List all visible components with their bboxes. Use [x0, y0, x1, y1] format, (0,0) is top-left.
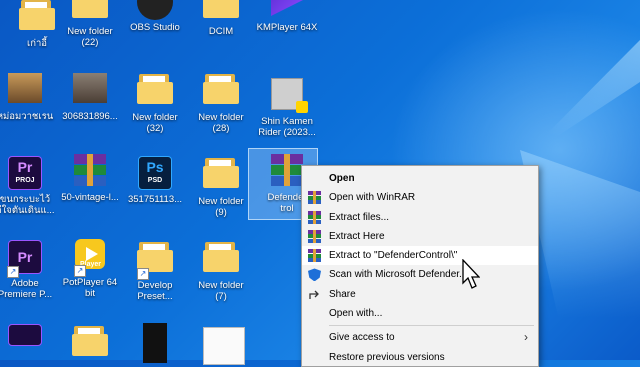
menu-item-open-with[interactable]: Open with... — [302, 304, 538, 323]
shortcut-arrow-icon: ↗ — [137, 268, 149, 280]
menu-item-label: Restore previous versions — [329, 351, 445, 363]
image-thumbnail-icon — [137, 323, 173, 363]
desktop-icon-label: PotPlayer 64 bit — [62, 277, 118, 299]
obs-icon — [137, 0, 173, 20]
premiere-project-icon: Pr PROJ — [7, 156, 43, 192]
menu-item-label: Give access to — [329, 332, 395, 344]
desktop-icon-label: 351751113... — [127, 194, 183, 205]
ps-glyph: Ps — [146, 159, 164, 175]
desktop-icon[interactable]: New folder (22) — [53, 0, 127, 48]
desktop-icon-label: Shin Kamen Rider (2023... — [258, 116, 316, 138]
shortcut-arrow-icon: ↗ — [7, 266, 19, 278]
desktop-icon[interactable]: 306831896... — [53, 70, 127, 122]
menu-item-label: Open — [329, 173, 355, 184]
menu-item-open[interactable]: Open — [302, 169, 538, 188]
desktop-icon-label: KMPlayer 64X — [256, 22, 318, 33]
desktop-icon[interactable]: 50-vintage-l... — [53, 154, 127, 203]
proj-tag: PROJ — [15, 177, 35, 184]
winrar-icon — [308, 210, 321, 224]
menu-item-label: Extract to "DefenderControl\" — [329, 250, 458, 262]
menu-item-label: Open with... — [329, 308, 383, 320]
menu-item-label: Open with WinRAR — [329, 192, 416, 204]
video-file-icon — [269, 78, 308, 114]
desktop-icon-label: 50-vintage-l... — [61, 192, 119, 203]
winrar-archive-icon — [72, 154, 108, 190]
folder-icon — [19, 0, 55, 36]
document-thumbnail-icon — [203, 327, 245, 365]
desktop-icon[interactable]: New folder (7) — [184, 238, 258, 302]
shortcut-arrow-icon: ↗ — [74, 265, 86, 277]
pr-glyph: Pr — [17, 159, 33, 175]
folder-shortcut-icon: ↗ — [137, 242, 173, 280]
desktop-icon[interactable]: ↗ Develop Preset... — [118, 238, 192, 302]
winrar-icon — [308, 229, 321, 243]
photoshop-file-icon: Ps PSD — [137, 156, 173, 192]
folder-icon — [72, 326, 108, 362]
winrar-archive-icon — [269, 154, 305, 190]
share-icon — [308, 288, 321, 301]
desktop-icon[interactable]: KMPlayer 64X — [250, 0, 324, 33]
desktop-icon[interactable]: Ps PSD 351751113... — [118, 154, 192, 205]
menu-item-label: Scan with Microsoft Defender... — [329, 269, 468, 281]
desktop-icon[interactable] — [118, 320, 192, 363]
desktop-icon-label: New folder (9) — [198, 196, 244, 218]
wallpaper-light-beam — [521, 40, 640, 160]
desktop-icon-label: DCIM — [208, 26, 234, 37]
folder-icon — [137, 74, 173, 110]
desktop-icon-label: New folder (32) — [132, 112, 178, 134]
menu-item-extract-files[interactable]: Extract files... — [302, 208, 538, 227]
potplayer-icon: Player ↗ — [72, 239, 108, 277]
folder-icon — [72, 0, 108, 24]
desktop-icon[interactable]: DCIM — [184, 0, 258, 37]
image-thumbnail-icon — [7, 73, 43, 109]
folder-icon — [203, 0, 239, 24]
menu-item-extract-to-folder[interactable]: Extract to "DefenderControl\" — [302, 246, 538, 266]
menu-item-label: Extract files... — [329, 211, 390, 223]
desktop-icon[interactable]: New folder (28) — [184, 70, 258, 134]
premiere-shortcut-icon: Pr ↗ — [7, 240, 43, 278]
context-menu: Open Open with WinRAR Extract files... E… — [301, 165, 539, 367]
menu-item-label: Extract Here — [329, 230, 385, 242]
premiere-project-icon — [7, 324, 43, 360]
menu-item-extract-here[interactable]: Extract Here — [302, 227, 538, 246]
desktop-icon-label: OBS Studio — [130, 22, 180, 33]
chevron-right-icon: › — [524, 330, 528, 345]
psd-tag: PSD — [147, 177, 163, 184]
folder-icon — [203, 242, 239, 278]
image-thumbnail-icon — [72, 73, 108, 109]
desktop-icon-label: Develop Preset... — [137, 280, 173, 302]
kmplayer-icon — [269, 0, 305, 20]
desktop-icon[interactable] — [184, 324, 258, 365]
menu-item-give-access-to[interactable]: Give access to › — [302, 328, 538, 347]
desktop-icon[interactable]: Player ↗ PotPlayer 64 bit — [53, 236, 127, 299]
desktop-icon-label: New folder (22) — [67, 26, 113, 48]
desktop-icon[interactable]: Shin Kamen Rider (2023... — [250, 76, 324, 138]
mouse-pointer-icon — [462, 259, 480, 289]
menu-item-open-with-winrar[interactable]: Open with WinRAR — [302, 188, 538, 207]
folder-icon — [203, 158, 239, 194]
desktop-icon[interactable] — [53, 322, 127, 364]
desktop-icon-label: 306831896... — [62, 111, 118, 122]
winrar-icon — [308, 191, 321, 205]
menu-separator — [329, 325, 534, 327]
desktop-icon[interactable]: OBS Studio — [118, 0, 192, 33]
menu-item-share[interactable]: Share — [302, 285, 538, 304]
winrar-icon — [308, 249, 321, 263]
menu-item-label: Share — [329, 288, 356, 300]
menu-item-scan-defender[interactable]: Scan with Microsoft Defender... — [302, 265, 538, 284]
desktop-icon-label: New folder (28) — [198, 112, 244, 134]
desktop-icon[interactable]: New folder (32) — [118, 70, 192, 134]
defender-shield-icon — [308, 268, 321, 282]
menu-item-restore-previous-versions[interactable]: Restore previous versions — [302, 348, 538, 367]
folder-icon — [203, 74, 239, 110]
desktop-icon-label: New folder (7) — [198, 280, 244, 302]
desktop-icon[interactable]: New folder (9) — [184, 154, 258, 218]
